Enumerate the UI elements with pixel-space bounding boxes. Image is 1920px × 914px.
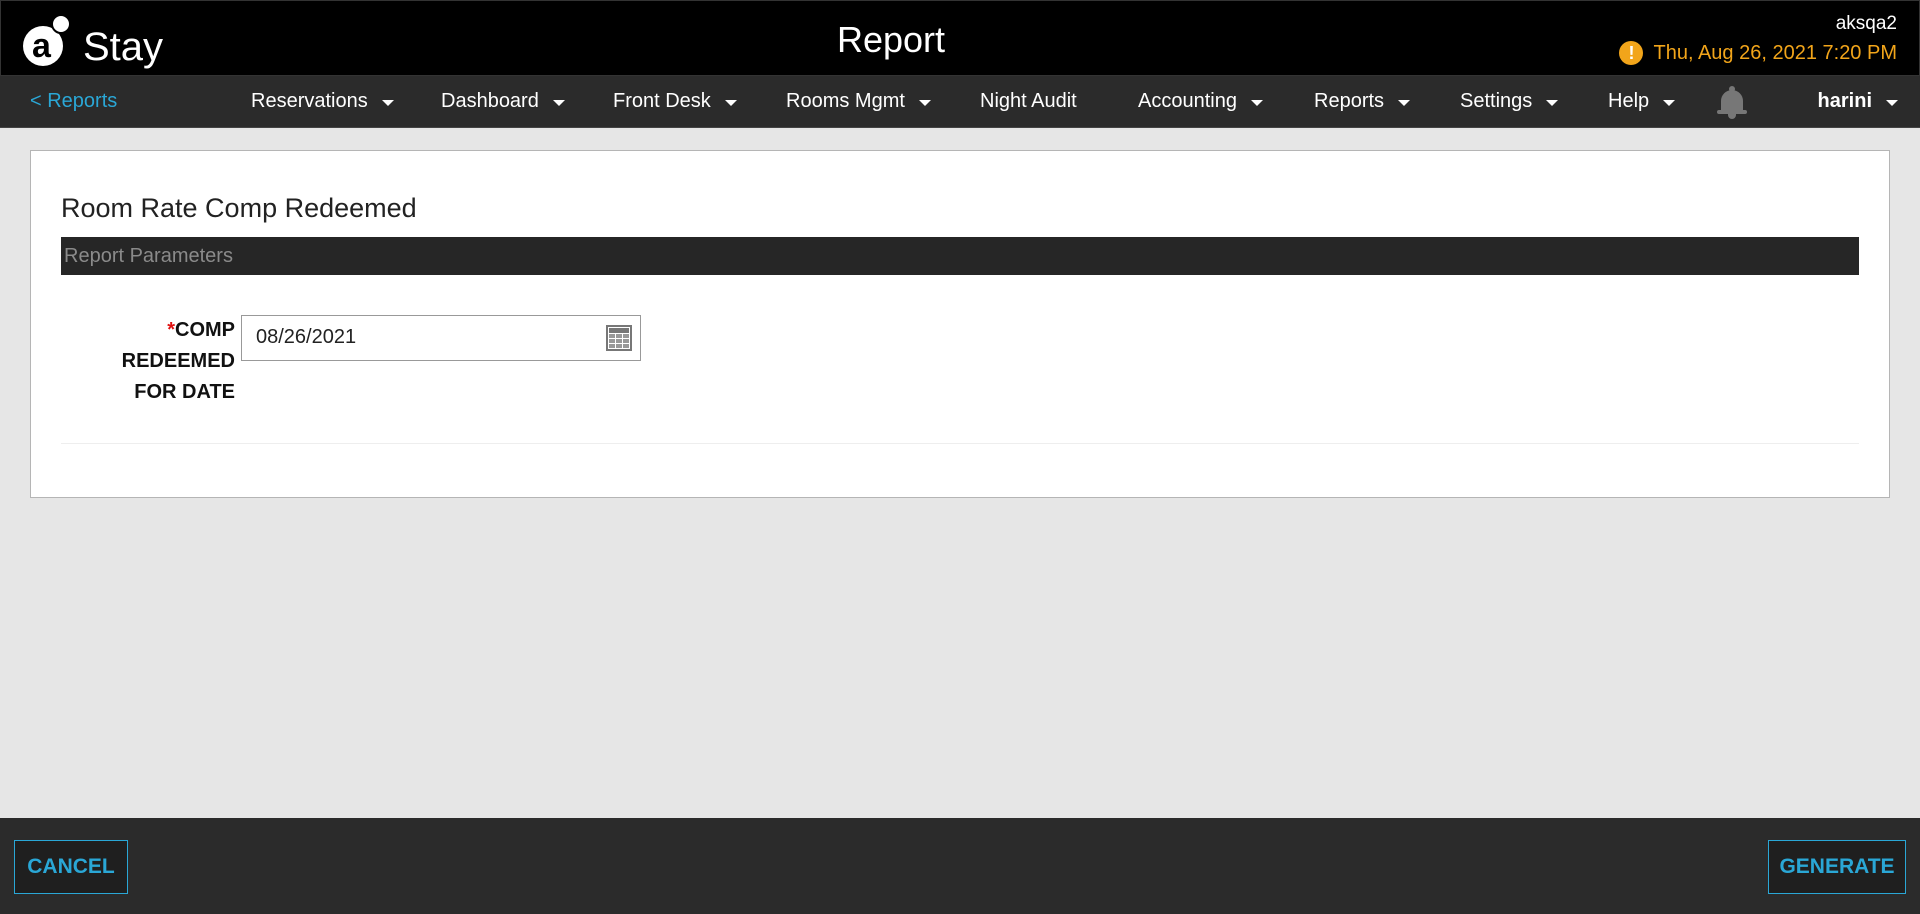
- caret-down-icon: [918, 100, 931, 106]
- date-input[interactable]: [242, 316, 582, 358]
- caret-down-icon: [381, 100, 394, 106]
- nav-dashboard[interactable]: Dashboard: [441, 90, 565, 113]
- back-to-reports-link[interactable]: < Reports: [30, 90, 117, 113]
- account-name: aksqa2: [1835, 13, 1897, 34]
- report-parameters-header: Report Parameters: [61, 237, 1859, 275]
- nav-label: Night Audit: [980, 90, 1077, 112]
- user-info: aksqa2 ! Thu, Aug 26, 2021 7:20 PM: [1619, 13, 1897, 65]
- caret-down-icon: [724, 100, 737, 106]
- caret-down-icon: [1886, 100, 1898, 106]
- nav-label: Front Desk: [613, 90, 711, 112]
- caret-down-icon: [1546, 100, 1559, 106]
- divider: [61, 443, 1859, 444]
- comp-redeemed-date-field[interactable]: [241, 315, 641, 361]
- required-mark: *: [167, 319, 175, 341]
- user-menu[interactable]: harini: [1818, 90, 1898, 113]
- field-label-text: COMP REDEEMED FOR DATE: [121, 319, 235, 403]
- caret-down-icon: [1398, 100, 1411, 106]
- nav-label: Settings: [1460, 90, 1533, 112]
- nav-label: Dashboard: [441, 90, 539, 112]
- nav-reports[interactable]: Reports: [1314, 90, 1411, 113]
- nav-rooms-mgmt[interactable]: Rooms Mgmt: [786, 90, 931, 113]
- comp-redeemed-date-label: *COMP REDEEMED FOR DATE: [91, 315, 235, 408]
- nav-help[interactable]: Help: [1608, 90, 1676, 113]
- cancel-button[interactable]: CANCEL: [14, 840, 128, 894]
- calendar-icon[interactable]: [606, 325, 632, 351]
- report-title: Room Rate Comp Redeemed: [61, 193, 417, 223]
- bell-icon[interactable]: [1716, 86, 1748, 120]
- generate-button[interactable]: GENERATE: [1768, 840, 1906, 894]
- nav-night-audit[interactable]: Night Audit: [980, 90, 1077, 113]
- nav-label: Reports: [1314, 90, 1385, 112]
- report-card: Room Rate Comp Redeemed Report Parameter…: [30, 150, 1890, 498]
- nav-label: Rooms Mgmt: [786, 90, 905, 112]
- nav-label: Reservations: [251, 90, 368, 112]
- caret-down-icon: [552, 100, 565, 106]
- caret-down-icon: [1663, 100, 1676, 106]
- nav-front-desk[interactable]: Front Desk: [613, 90, 737, 113]
- nav-reservations[interactable]: Reservations: [251, 90, 394, 113]
- username: harini: [1817, 90, 1872, 112]
- nav-label: Help: [1608, 90, 1650, 112]
- action-footer: CANCEL GENERATE: [0, 818, 1920, 914]
- caret-down-icon: [1250, 100, 1263, 106]
- warning-icon[interactable]: !: [1619, 41, 1644, 65]
- main-nav: < Reports Reservations Dashboard Front D…: [0, 76, 1920, 128]
- page-title: Report: [836, 19, 946, 60]
- nav-accounting[interactable]: Accounting: [1138, 90, 1263, 113]
- app-header: a Stay Report aksqa2 ! Thu, Aug 26, 2021…: [0, 0, 1920, 76]
- business-datetime: Thu, Aug 26, 2021 7:20 PM: [1653, 41, 1897, 64]
- nav-settings[interactable]: Settings: [1460, 90, 1559, 113]
- nav-label: Accounting: [1138, 90, 1237, 112]
